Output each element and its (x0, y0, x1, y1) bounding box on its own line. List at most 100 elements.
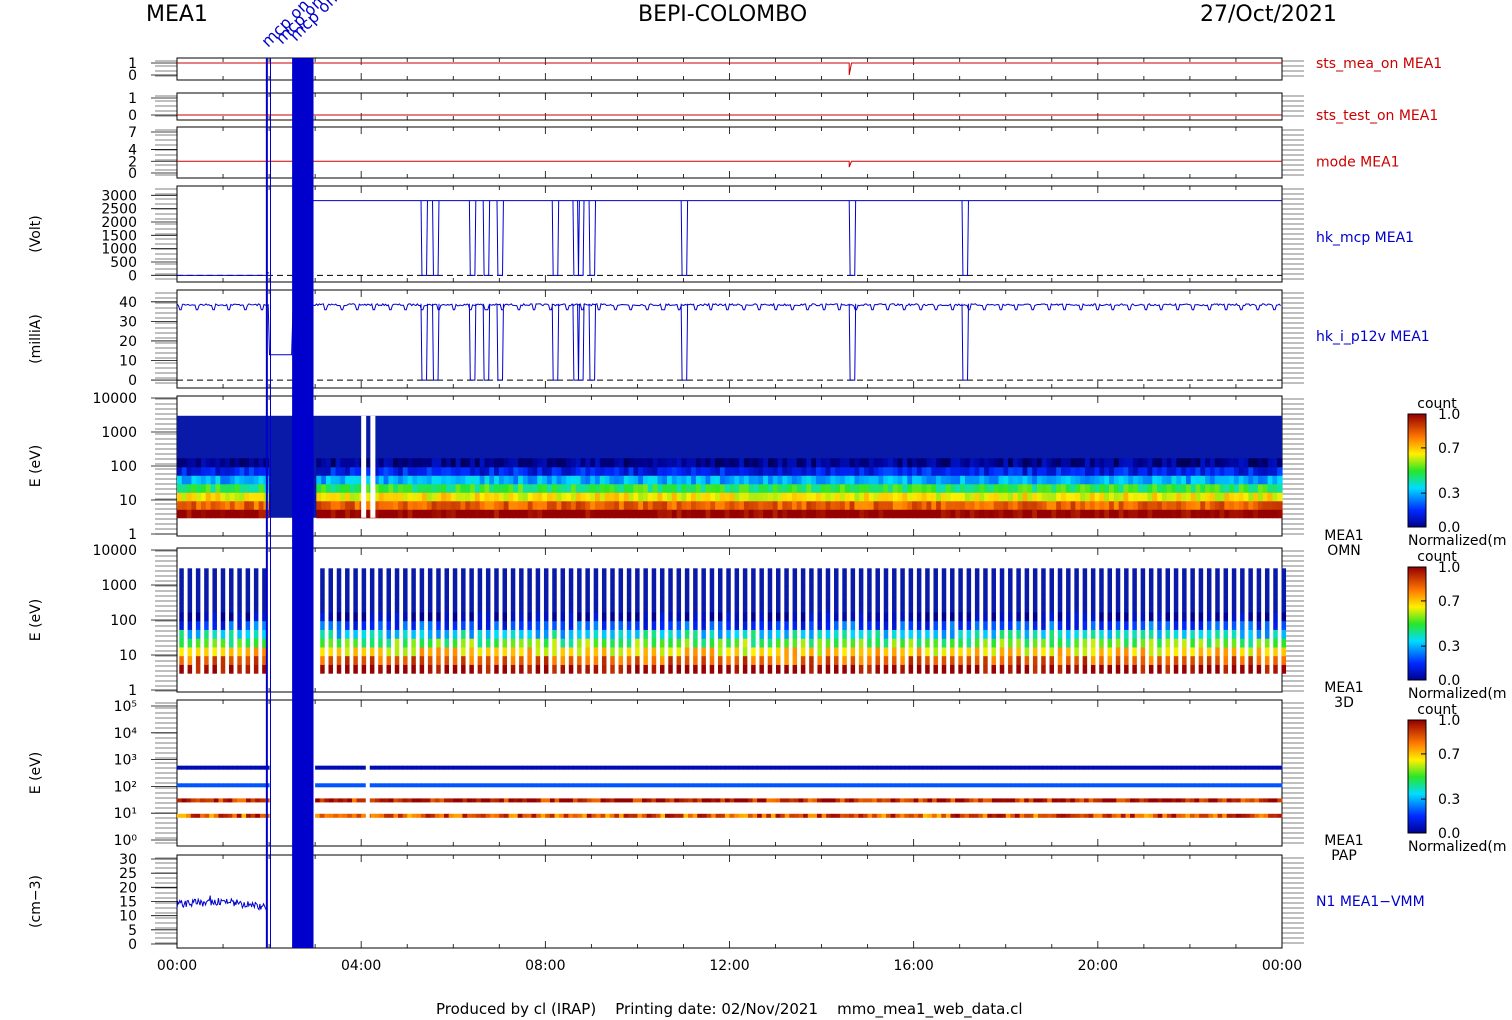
spec-cell (753, 475, 759, 485)
spec-cell (801, 500, 807, 510)
spec-cell (191, 509, 197, 519)
spec-cell (191, 466, 197, 476)
pap-cell (904, 813, 910, 818)
spec-cell (850, 577, 856, 587)
spec-cell (840, 475, 846, 485)
spec-cell (676, 585, 682, 595)
spec-cell (684, 577, 690, 587)
spec-cell (1231, 664, 1237, 674)
spec-cell (892, 483, 899, 493)
pap-cell (338, 783, 344, 788)
spec-cell (916, 638, 922, 648)
spec-cell (386, 577, 391, 587)
pap-cell (236, 798, 242, 803)
spec-cell (1209, 475, 1216, 485)
mcp-on-marker (310, 58, 314, 948)
spec-cell (604, 466, 610, 476)
spec-cell (817, 629, 822, 639)
spec-cell (1190, 620, 1195, 630)
pap-cell (867, 765, 873, 770)
pap-cell (840, 798, 846, 803)
spec-cell (623, 509, 630, 519)
spec-cell (1157, 585, 1162, 595)
spec-cell (469, 603, 474, 613)
spec-cell (479, 500, 486, 510)
spec-cell (1017, 500, 1024, 510)
spec-cell (455, 509, 462, 519)
spec-cell (215, 492, 221, 502)
pap-cell (1001, 765, 1007, 770)
spec-cell (726, 577, 731, 587)
spec-cell (220, 458, 226, 468)
spec-cell (1224, 509, 1230, 519)
pap-cell (853, 765, 859, 770)
spec-cell (643, 620, 648, 630)
spec-cell (1173, 629, 1179, 639)
spec-cell (878, 483, 884, 493)
spec-cell (403, 612, 408, 622)
spec-cell (258, 475, 265, 485)
spec-cell (1107, 568, 1113, 578)
spec-cell (394, 629, 400, 639)
d3-spectrogram (179, 568, 1287, 674)
spec-cell (1049, 638, 1054, 648)
spec-cell (253, 483, 260, 493)
spec-cell (191, 500, 197, 510)
spec-cell (825, 458, 831, 468)
spec-cell (419, 647, 425, 657)
pap-cell (1258, 783, 1265, 788)
spec-cell (195, 638, 201, 648)
spec-cell (1027, 509, 1033, 519)
spec-cell (868, 475, 875, 485)
spec-cell (792, 568, 798, 578)
spec-cell (577, 629, 582, 639)
spec-cell (1124, 612, 1129, 622)
spec-cell (1132, 568, 1137, 578)
spec-cell (204, 612, 209, 622)
spec-cell (651, 629, 657, 639)
spec-cell (1257, 475, 1264, 485)
spec-cell (1176, 458, 1182, 468)
spec-cell (1008, 612, 1013, 622)
pap-cell (789, 765, 795, 770)
spec-cell (336, 647, 342, 657)
spec-cell (1003, 475, 1009, 485)
pap-cell (559, 765, 565, 770)
spec-cell (580, 509, 586, 519)
spec-cell (734, 585, 740, 595)
pap-cell (563, 783, 569, 788)
spec-cell (422, 492, 428, 502)
spec-cell (361, 629, 367, 639)
spec-cell (436, 620, 441, 630)
pap-cell (485, 813, 491, 818)
spec-cell (1281, 594, 1287, 604)
spec-cell (568, 585, 574, 595)
spec-cell (477, 638, 483, 648)
spec-cell (444, 603, 450, 613)
spec-cell (1238, 475, 1245, 485)
spec-cell (825, 492, 831, 502)
pap-cell (683, 783, 689, 788)
spec-cell (522, 466, 529, 476)
spec-cell (759, 638, 764, 648)
spec-cell (1171, 509, 1177, 519)
spec-cell (1173, 620, 1179, 630)
spec-cell (402, 458, 409, 468)
spec-cell (1113, 475, 1120, 485)
spec-cell (1147, 509, 1153, 519)
spec-cell (908, 647, 914, 657)
spec-cell (974, 568, 980, 578)
spec-cell (800, 594, 806, 604)
spec-cell (659, 577, 665, 587)
spec-cell (498, 483, 505, 493)
spec-cell (700, 509, 707, 519)
spec-cell (1128, 466, 1134, 476)
spec-cell (999, 638, 1005, 648)
spec-cell (1223, 629, 1229, 639)
spec-cell (1238, 492, 1245, 502)
pap-cell (513, 765, 519, 770)
spec-cell (618, 612, 624, 622)
pap-cell (1139, 783, 1145, 788)
spec-cell (201, 492, 207, 502)
spec-cell (1057, 647, 1063, 657)
